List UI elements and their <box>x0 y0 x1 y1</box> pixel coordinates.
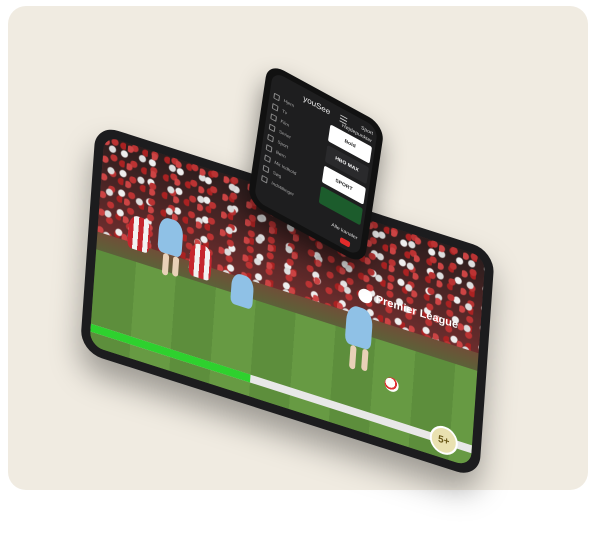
settings-icon <box>261 174 268 184</box>
series-icon <box>268 122 276 132</box>
tv-icon <box>271 102 279 112</box>
sport-icon <box>267 133 275 143</box>
home-icon <box>273 92 281 101</box>
library-icon <box>264 153 271 163</box>
kids-icon <box>265 143 273 153</box>
record-indicator <box>339 236 351 248</box>
search-icon <box>262 164 270 173</box>
film-icon <box>270 112 278 122</box>
